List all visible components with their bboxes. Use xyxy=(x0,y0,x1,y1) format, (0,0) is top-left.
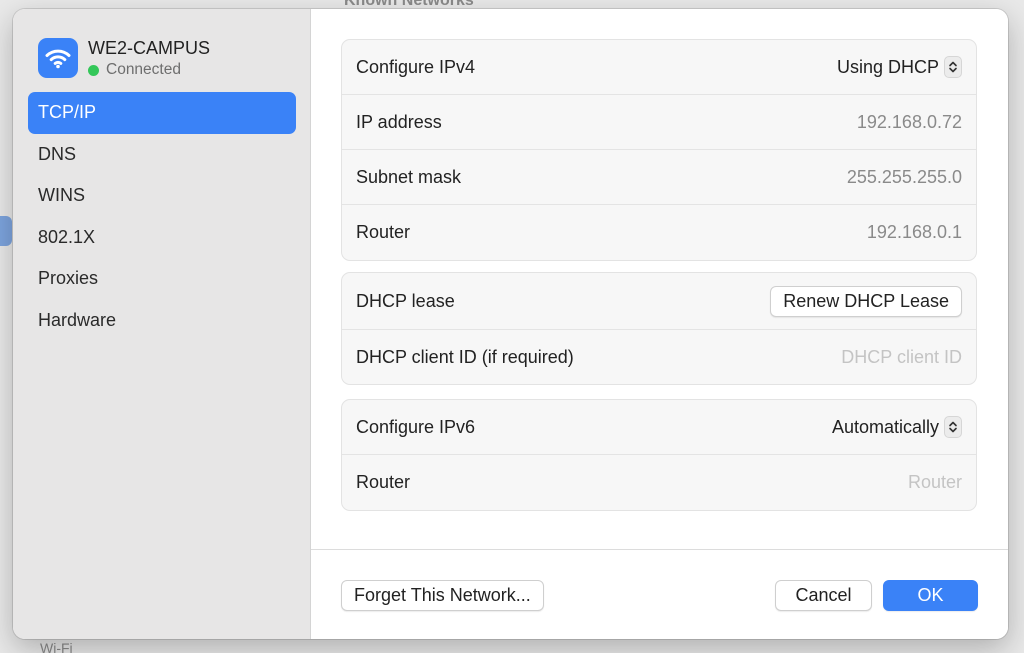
ipv6-group: Configure IPv6 Automatically Router Rout… xyxy=(341,399,977,511)
configure-ipv4-popup[interactable]: Using DHCP xyxy=(837,56,962,78)
sidebar-item-wins[interactable]: WINS xyxy=(28,175,296,217)
dhcp-lease-row: DHCP lease Renew DHCP Lease xyxy=(342,273,976,330)
configure-ipv6-value: Automatically xyxy=(831,416,939,437)
sidebar-item-hardware[interactable]: Hardware xyxy=(28,300,296,342)
sidebar: WE2-CAMPUS Connected TCP/IP DNS WINS 802… xyxy=(13,9,311,639)
network-name: WE2-CAMPUS xyxy=(88,38,211,58)
configure-ipv4-value: Using DHCP xyxy=(836,56,939,77)
up-down-chevron-icon xyxy=(944,56,962,78)
footer-divider xyxy=(311,549,1008,550)
up-down-chevron-icon xyxy=(944,416,962,438)
configure-ipv4-row: Configure IPv4 Using DHCP xyxy=(342,40,976,95)
ipv4-router-row: Router 192.168.0.1 xyxy=(342,205,976,260)
connection-status: Connected xyxy=(88,61,181,79)
ip-address-label: IP address xyxy=(356,111,442,132)
configure-ipv6-row: Configure IPv6 Automatically xyxy=(342,400,976,455)
forget-network-button[interactable]: Forget This Network... xyxy=(341,580,544,611)
ipv6-router-row: Router Router xyxy=(342,455,976,510)
tcpip-panel: Configure IPv4 Using DHCP IP address 192… xyxy=(311,9,1008,639)
dhcp-client-id-label: DHCP client ID (if required) xyxy=(356,346,574,367)
sidebar-item-tcpip[interactable]: TCP/IP xyxy=(28,92,296,134)
dhcp-client-id-field[interactable]: DHCP client ID xyxy=(841,347,962,368)
network-details-sheet: WE2-CAMPUS Connected TCP/IP DNS WINS 802… xyxy=(13,9,1008,639)
wifi-icon xyxy=(38,38,78,78)
ipv4-router-value: 192.168.0.1 xyxy=(866,222,962,242)
renew-dhcp-lease-button[interactable]: Renew DHCP Lease xyxy=(770,285,962,317)
ipv6-router-field[interactable]: Router xyxy=(908,472,962,493)
configure-ipv6-popup[interactable]: Automatically xyxy=(832,416,962,438)
subnet-mask-label: Subnet mask xyxy=(356,166,462,187)
status-dot xyxy=(88,64,99,76)
background-footer-text: Wi-Fi xyxy=(40,640,73,653)
dhcp-lease-label: DHCP lease xyxy=(356,290,455,311)
ok-button[interactable]: OK xyxy=(883,580,978,611)
dhcp-client-id-row: DHCP client ID (if required) DHCP client… xyxy=(342,330,976,384)
cancel-button[interactable]: Cancel xyxy=(775,580,872,611)
configure-ipv4-label: Configure IPv4 xyxy=(356,56,476,77)
dhcp-group: DHCP lease Renew DHCP Lease DHCP client … xyxy=(341,272,977,385)
connection-status-label: Connected xyxy=(106,61,181,78)
sidebar-nav: TCP/IP DNS WINS 802.1X Proxies Hardware xyxy=(28,92,296,341)
configure-ipv6-label: Configure IPv6 xyxy=(356,416,476,437)
background-wifi-chip xyxy=(0,216,12,246)
ipv6-router-label: Router xyxy=(356,472,411,492)
subnet-mask-value: 255.255.255.0 xyxy=(846,166,962,187)
ip-address-row: IP address 192.168.0.72 xyxy=(342,95,976,150)
ip-address-value: 192.168.0.72 xyxy=(856,111,962,132)
sidebar-item-8021x[interactable]: 802.1X xyxy=(28,217,296,259)
ipv4-group: Configure IPv4 Using DHCP IP address 192… xyxy=(341,39,977,261)
ipv4-router-label: Router xyxy=(356,222,411,242)
sidebar-item-proxies[interactable]: Proxies xyxy=(28,258,296,300)
sidebar-item-dns[interactable]: DNS xyxy=(28,134,296,176)
subnet-mask-row: Subnet mask 255.255.255.0 xyxy=(342,150,976,205)
